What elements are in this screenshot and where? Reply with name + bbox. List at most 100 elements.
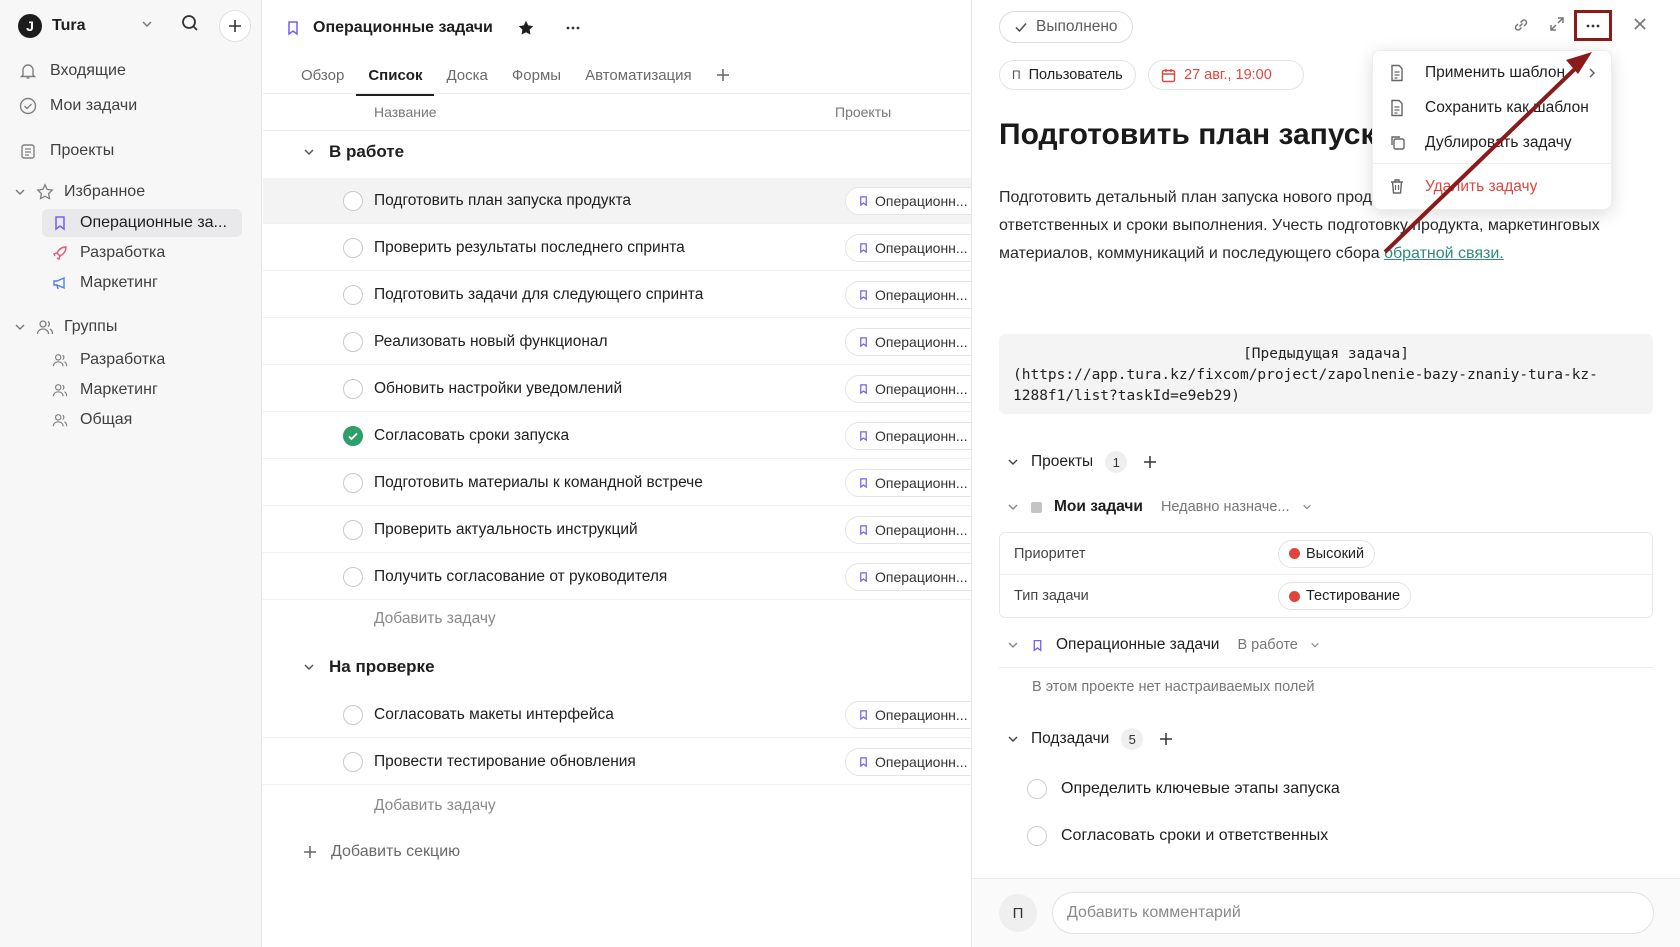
- project-tabs: Обзор Список Доска Формы Автоматизация: [301, 56, 730, 96]
- project-chip[interactable]: Операционн...: [845, 747, 985, 776]
- section-select[interactable]: В работе: [1237, 637, 1297, 653]
- menu-apply-template[interactable]: Применить шаблон: [1373, 55, 1613, 90]
- close-icon[interactable]: [1632, 16, 1648, 32]
- project-chip[interactable]: Операционн...: [845, 700, 985, 729]
- column-header-name[interactable]: Название: [374, 104, 437, 120]
- table-row[interactable]: Подготовить материалы к командной встреч…: [263, 460, 985, 506]
- add-tab-icon[interactable]: [716, 56, 730, 94]
- project-chip[interactable]: Операционн...: [845, 233, 985, 262]
- section-header[interactable]: На проверке: [303, 657, 435, 677]
- table-row[interactable]: Реализовать новый функционал Операционн..…: [263, 319, 985, 365]
- subtask-checkbox[interactable]: [1027, 779, 1047, 799]
- mark-complete-button[interactable]: Выполнено: [999, 11, 1133, 43]
- favorite-label: Операционные за...: [80, 214, 227, 231]
- assignee-chip[interactable]: П Пользователь: [999, 60, 1136, 90]
- project-chip[interactable]: Операционн...: [845, 374, 985, 403]
- table-row[interactable]: Обновить настройки уведомлений Операционн…: [263, 366, 985, 412]
- menu-save-template[interactable]: Сохранить как шаблон: [1373, 90, 1613, 125]
- nav-my-tasks[interactable]: Мои задачи: [18, 96, 137, 116]
- add-subtask-icon[interactable]: [1159, 732, 1173, 746]
- menu-duplicate-task[interactable]: Дублировать задачу: [1373, 125, 1613, 160]
- groups-header[interactable]: Группы: [14, 318, 117, 336]
- groups-label: Группы: [64, 318, 118, 335]
- menu-delete-task[interactable]: Удалить задачу: [1373, 169, 1613, 204]
- chevron-down-icon[interactable]: [140, 17, 154, 31]
- section-select[interactable]: Недавно назначе...: [1161, 499, 1290, 515]
- chevron-down-icon: [1311, 642, 1319, 648]
- add-task-button[interactable]: Добавить задачу: [374, 797, 496, 815]
- task-checkbox[interactable]: [343, 566, 363, 587]
- nav-inbox[interactable]: Входящие: [18, 61, 126, 81]
- column-header-projects[interactable]: Проекты: [835, 104, 891, 120]
- comment-input[interactable]: Добавить комментарий: [1052, 892, 1654, 934]
- subtask-item[interactable]: Согласовать сроки и ответственных: [1027, 826, 1328, 846]
- workspace-switcher[interactable]: J Tura: [18, 13, 85, 39]
- group-item-marketing[interactable]: Маркетинг: [42, 376, 242, 404]
- add-section-label: Добавить секцию: [331, 843, 461, 860]
- project-chip[interactable]: Операционн...: [845, 280, 985, 309]
- priority-value[interactable]: Высокий: [1278, 539, 1376, 568]
- create-button[interactable]: [219, 10, 251, 42]
- project-chip[interactable]: Операционн...: [845, 468, 985, 497]
- task-checkbox[interactable]: [343, 519, 363, 540]
- table-row[interactable]: Получить согласование от руководителя Опе…: [263, 554, 985, 600]
- tab-automation[interactable]: Автоматизация: [585, 56, 692, 94]
- chevron-right-icon: [1587, 67, 1597, 79]
- type-value[interactable]: Тестирование: [1278, 582, 1412, 610]
- project-chip[interactable]: Операционн...: [845, 515, 985, 544]
- op-project-row[interactable]: Операционные задачи В работе: [1007, 636, 1320, 654]
- add-section-button[interactable]: Добавить секцию: [303, 843, 460, 861]
- project-chip[interactable]: Операционн...: [845, 186, 985, 215]
- tab-board[interactable]: Доска: [446, 56, 487, 94]
- expand-icon[interactable]: [1549, 16, 1565, 32]
- table-row[interactable]: Проверить результаты последнего спринта О…: [263, 225, 985, 271]
- project-chip[interactable]: Операционн...: [845, 421, 985, 450]
- favorite-item-development[interactable]: Разработка: [42, 239, 242, 267]
- subtask-item[interactable]: Определить ключевые этапы запуска: [1027, 779, 1340, 799]
- project-chip[interactable]: Операционн...: [845, 327, 985, 356]
- favorite-item-marketing[interactable]: Маркетинг: [42, 269, 242, 297]
- task-more-button[interactable]: [1574, 10, 1612, 41]
- task-checkbox[interactable]: [343, 472, 363, 493]
- tab-list[interactable]: Список: [356, 56, 435, 96]
- star-icon[interactable]: [517, 19, 535, 37]
- menu-label: Применить шаблон: [1425, 63, 1566, 81]
- tab-overview[interactable]: Обзор: [301, 56, 344, 94]
- task-checkbox[interactable]: [343, 751, 363, 772]
- table-row[interactable]: Согласовать макеты интерфейса Операционн.…: [263, 692, 985, 738]
- section-header[interactable]: В работе: [303, 142, 404, 162]
- favorites-header[interactable]: Избранное: [14, 183, 145, 201]
- add-task-button[interactable]: Добавить задачу: [374, 610, 496, 628]
- task-checkbox[interactable]: [343, 237, 363, 258]
- task-actions-menu: Применить шаблон Сохранить как шаблон Ду…: [1372, 50, 1613, 210]
- nav-projects[interactable]: Проекты: [18, 141, 114, 161]
- due-date-chip[interactable]: 27 авг., 19:00: [1148, 60, 1304, 90]
- favorite-item-operations[interactable]: Операционные за...: [42, 209, 242, 237]
- table-row[interactable]: Согласовать сроки запуска Операционн...: [263, 413, 985, 459]
- group-item-general[interactable]: Общая: [42, 406, 242, 434]
- table-row[interactable]: Проверить актуальность инструкций Операци…: [263, 507, 985, 553]
- search-icon[interactable]: [181, 14, 199, 32]
- task-checkbox[interactable]: [343, 378, 363, 399]
- task-checkbox[interactable]: [343, 704, 363, 725]
- task-checkbox[interactable]: [343, 331, 363, 352]
- add-project-icon[interactable]: [1143, 455, 1157, 469]
- my-tasks-row[interactable]: Мои задачи Недавно назначе...: [1007, 498, 1312, 516]
- tab-forms[interactable]: Формы: [512, 56, 561, 94]
- subtask-checkbox[interactable]: [1027, 826, 1047, 846]
- feedback-link[interactable]: обратной связи.: [1384, 245, 1504, 262]
- table-row[interactable]: Подготовить план запуска продукта Операци…: [263, 178, 985, 224]
- assignee-name: Пользователь: [1028, 67, 1123, 83]
- more-icon[interactable]: [565, 20, 581, 36]
- project-chip[interactable]: Операционн...: [845, 562, 985, 591]
- group-item-development[interactable]: Разработка: [42, 346, 242, 374]
- subtasks-header[interactable]: Подзадачи 5: [1007, 728, 1173, 750]
- table-row[interactable]: Подготовить задачи для следующего спринт…: [263, 272, 985, 318]
- link-icon[interactable]: [1512, 16, 1530, 34]
- table-row[interactable]: Провести тестирование обновления Операцио…: [263, 739, 985, 785]
- favorite-label: Маркетинг: [80, 274, 158, 291]
- task-checkbox[interactable]: [343, 190, 363, 211]
- projects-section-header[interactable]: Проекты 1: [1007, 451, 1157, 473]
- task-checkbox[interactable]: [343, 284, 363, 305]
- task-checkbox[interactable]: [343, 425, 363, 446]
